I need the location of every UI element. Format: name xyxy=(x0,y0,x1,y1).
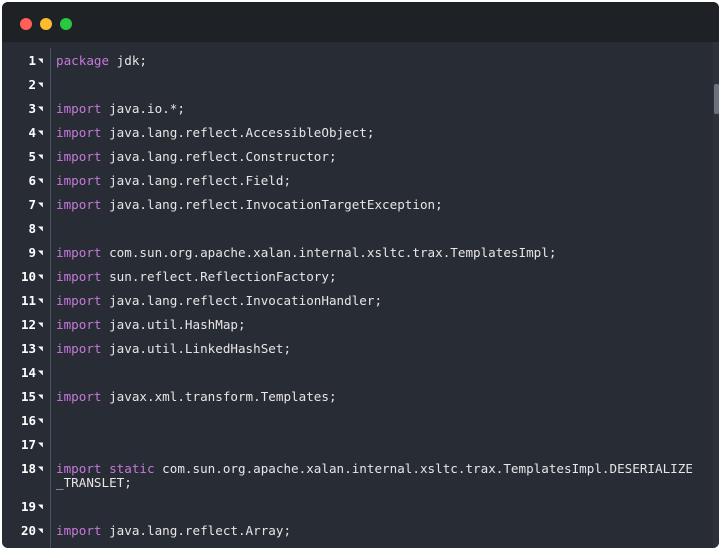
keyword: import xyxy=(56,245,102,260)
line-marker-icon: ◥ xyxy=(38,344,43,353)
keyword: import xyxy=(56,125,102,140)
code-text: import java.lang.reflect.InvocationHandl… xyxy=(56,294,706,308)
line-marker-icon: ◥ xyxy=(38,176,43,185)
code-window: 1 ◥ package jdk; 2 ◥ 3 ◥ import java.io.*; 4 ◥ imp… xyxy=(2,2,719,548)
line-number: 3 xyxy=(28,101,36,116)
line-marker-icon: ◥ xyxy=(38,80,43,89)
gutter-divider xyxy=(50,48,51,548)
minimize-dot-icon[interactable] xyxy=(40,18,52,30)
code-rest: java.lang.reflect.InvocationTargetExcept… xyxy=(101,197,443,212)
code-text: import sun.reflect.ReflectionFactory; xyxy=(56,270,706,284)
line-number: 18 xyxy=(20,461,36,476)
line-number: 17 xyxy=(20,437,36,452)
line-number: 7 xyxy=(28,197,36,212)
keyword: import static xyxy=(56,461,155,476)
code-rest: java.io.*; xyxy=(101,101,185,116)
line-marker-icon: ◥ xyxy=(38,56,43,65)
line-marker-icon: ◥ xyxy=(38,248,43,257)
line-number: 5 xyxy=(28,149,36,164)
code-text: import java.util.HashMap; xyxy=(56,318,706,332)
code-text: import java.util.LinkedHashSet; xyxy=(56,342,706,356)
keyword: import xyxy=(56,197,102,212)
line-number: 13 xyxy=(20,341,36,356)
line-marker-icon: ◥ xyxy=(38,440,43,449)
line-number: 8 xyxy=(28,221,36,236)
line-number: 20 xyxy=(20,523,36,538)
code-rest: java.lang.reflect.Array; xyxy=(101,523,292,538)
line-number: 1 xyxy=(28,53,36,68)
line-marker-icon: ◥ xyxy=(38,502,43,511)
keyword: import xyxy=(56,101,102,116)
code-area[interactable]: 1 ◥ package jdk; 2 ◥ 3 ◥ import java.io.*; 4 ◥ imp… xyxy=(2,42,713,548)
keyword: import xyxy=(56,317,102,332)
code-rest: sun.reflect.ReflectionFactory; xyxy=(101,269,337,284)
line-number: 19 xyxy=(20,499,36,514)
code-rest: java.lang.reflect.AccessibleObject; xyxy=(101,125,375,140)
line-number: 9 xyxy=(28,245,36,260)
line-number: 6 xyxy=(28,173,36,188)
line-number: 11 xyxy=(20,293,36,308)
code-text: package jdk; xyxy=(56,54,706,68)
line-marker-icon: ◥ xyxy=(38,526,43,535)
line-marker-icon: ◥ xyxy=(38,416,43,425)
code-rest: java.lang.reflect.Field; xyxy=(101,173,292,188)
code-text: import java.io.*; xyxy=(56,102,706,116)
keyword: import xyxy=(56,149,102,164)
line-marker-icon: ◥ xyxy=(38,104,43,113)
line-marker-icon: ◥ xyxy=(38,152,43,161)
line-marker-icon: ◥ xyxy=(38,200,43,209)
code-rest: javax.xml.transform.Templates; xyxy=(101,389,337,404)
title-bar xyxy=(2,2,719,42)
code-rest: java.lang.reflect.InvocationHandler; xyxy=(101,293,383,308)
keyword: package xyxy=(56,53,110,68)
line-number: 2 xyxy=(28,77,36,92)
line-number: 10 xyxy=(20,269,36,284)
keyword: import xyxy=(56,341,102,356)
keyword: import xyxy=(56,269,102,284)
line-marker-icon: ◥ xyxy=(38,272,43,281)
code-rest: java.util.LinkedHashSet; xyxy=(101,341,292,356)
line-marker-icon: ◥ xyxy=(38,128,43,137)
line-number: 15 xyxy=(20,389,36,404)
scrollbar-thumb[interactable] xyxy=(714,84,719,114)
code-text: import java.lang.reflect.AccessibleObjec… xyxy=(56,126,706,140)
code-rest: jdk; xyxy=(109,53,147,68)
code-text: import static com.sun.org.apache.xalan.i… xyxy=(56,462,706,490)
code-text: import java.lang.reflect.InvocationTarge… xyxy=(56,198,706,212)
code-rest: java.util.HashMap; xyxy=(101,317,246,332)
line-marker-icon: ◥ xyxy=(38,320,43,329)
code-text: import java.lang.reflect.Field; xyxy=(56,174,706,188)
line-number: 12 xyxy=(20,317,36,332)
line-marker-icon: ◥ xyxy=(38,464,43,473)
code-rest: com.sun.org.apache.xalan.internal.xsltc.… xyxy=(101,245,557,260)
code-rest: java.lang.reflect.Constructor; xyxy=(101,149,337,164)
line-marker-icon: ◥ xyxy=(38,368,43,377)
keyword: import xyxy=(56,293,102,308)
code-text: import javax.xml.transform.Templates; xyxy=(56,390,706,404)
line-number: 14 xyxy=(20,365,36,380)
code-text: import com.sun.org.apache.xalan.internal… xyxy=(56,246,706,260)
code-text: import java.lang.reflect.Array; xyxy=(56,524,706,538)
close-dot-icon[interactable] xyxy=(20,18,32,30)
line-marker-icon: ◥ xyxy=(38,392,43,401)
vertical-scrollbar[interactable] xyxy=(713,42,719,548)
line-number: 16 xyxy=(20,413,36,428)
line-number: 4 xyxy=(28,125,36,140)
maximize-dot-icon[interactable] xyxy=(60,18,72,30)
code-text: import java.lang.reflect.Constructor; xyxy=(56,150,706,164)
keyword: import xyxy=(56,523,102,538)
line-marker-icon: ◥ xyxy=(38,296,43,305)
line-marker-icon: ◥ xyxy=(38,224,43,233)
keyword: import xyxy=(56,173,102,188)
keyword: import xyxy=(56,389,102,404)
